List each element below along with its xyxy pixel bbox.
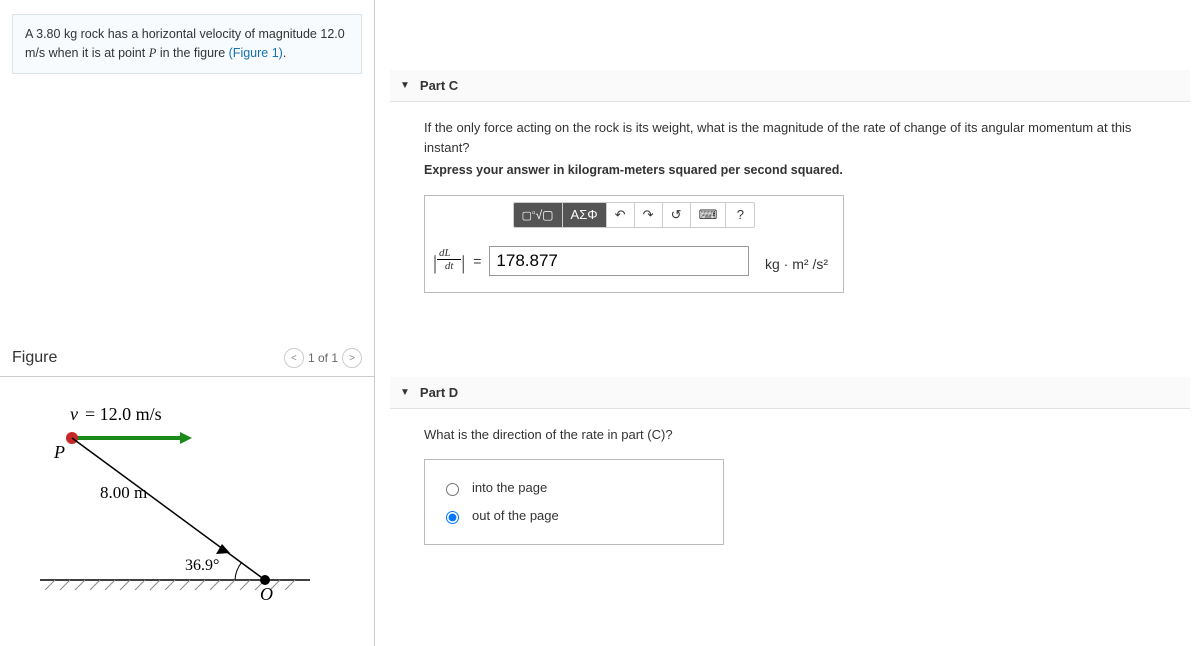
reset-button[interactable]: ↺ [663,203,691,227]
distance-label: 8.00 m [100,483,147,502]
problem-text: A [25,27,36,41]
ground-hatching [45,580,295,590]
point-P-label: P [53,442,65,462]
choice-a-label: into the page [472,480,547,495]
right-panel: ▼ Part C If the only force acting on the… [390,0,1190,569]
problem-statement: A 3.80 kg rock has a horizontal velocity… [12,14,362,74]
caret-down-icon: ▼ [400,387,410,398]
part-c-title: Part C [420,78,458,93]
figure-1-link[interactable]: (Figure 1) [229,46,283,60]
choice-box: into the page out of the page [424,459,724,545]
undo-button[interactable]: ↶ [607,203,635,227]
templates-button[interactable]: ▢▫√▢ [514,203,563,227]
answer-units: kg · m² /s² [765,256,828,272]
mass-value: 3.80 [36,27,60,41]
part-c-header[interactable]: ▼ Part C [390,70,1190,102]
pager-prev-button[interactable]: < [284,348,304,368]
figure-header: Figure < 1 of 1 > [0,348,374,377]
help-button[interactable]: ? [726,203,754,227]
caret-down-icon: ▼ [400,80,410,91]
part-c-prompt: If the only force acting on the rock is … [424,118,1172,157]
variable-label: |dL⃗dt| [433,248,465,275]
part-d-prompt: What is the direction of the rate in par… [424,425,1172,445]
answer-toolbar: ▢▫√▢ ΑΣΦ ↶ ↷ ↺ ⌨ ? [425,196,843,234]
problem-text-2: rock has a horizontal velocity of magnit… [81,27,317,41]
choice-out-of-page[interactable]: out of the page [441,502,707,530]
radio-into-page[interactable] [446,483,459,496]
answer-input[interactable] [489,246,749,276]
mass-unit: kg [64,27,77,41]
figure-pager: < 1 of 1 > [284,348,362,368]
answer-editor: ▢▫√▢ ΑΣΦ ↶ ↷ ↺ ⌨ ? |dL⃗dt| = [424,195,844,293]
problem-text-4: in the figure [160,46,225,60]
velocity-label: v [70,404,78,424]
velocity-arrowhead [180,432,192,444]
equals-sign: = [473,253,481,269]
angle-label: 36.9° [185,557,219,574]
figure-title: Figure [12,349,57,367]
speed-unit: m/s [25,46,45,60]
part-c: ▼ Part C If the only force acting on the… [390,70,1190,317]
choice-into-page[interactable]: into the page [441,474,707,502]
choice-b-label: out of the page [472,508,559,523]
part-d-title: Part D [420,385,458,400]
part-d-body: What is the direction of the rate in par… [390,409,1190,569]
redo-button[interactable]: ↷ [635,203,663,227]
greek-symbols-button[interactable]: ΑΣΦ [563,203,607,227]
velocity-eq: = 12.0 m/s [85,404,162,424]
part-d-header[interactable]: ▼ Part D [390,377,1190,409]
radio-out-of-page[interactable] [446,511,459,524]
left-panel: A 3.80 kg rock has a horizontal velocity… [0,0,375,646]
figure-diagram: v = 12.0 m/s P 8.00 m 36.9° [40,400,340,623]
part-c-instruction: Express your answer in kilogram-meters s… [424,163,1172,177]
problem-text-3: when it is at point [49,46,146,60]
pager-next-button[interactable]: > [342,348,362,368]
keyboard-button[interactable]: ⌨ [691,203,727,227]
pager-text: 1 of 1 [308,351,338,365]
speed-value: 12.0 [320,27,344,41]
distance-line [72,438,265,580]
part-d: ▼ Part D What is the direction of the ra… [390,377,1190,569]
point-P: P [149,46,157,60]
origin-label: O [260,584,273,604]
part-c-body: If the only force acting on the rock is … [390,102,1190,317]
angle-arc [235,562,242,580]
